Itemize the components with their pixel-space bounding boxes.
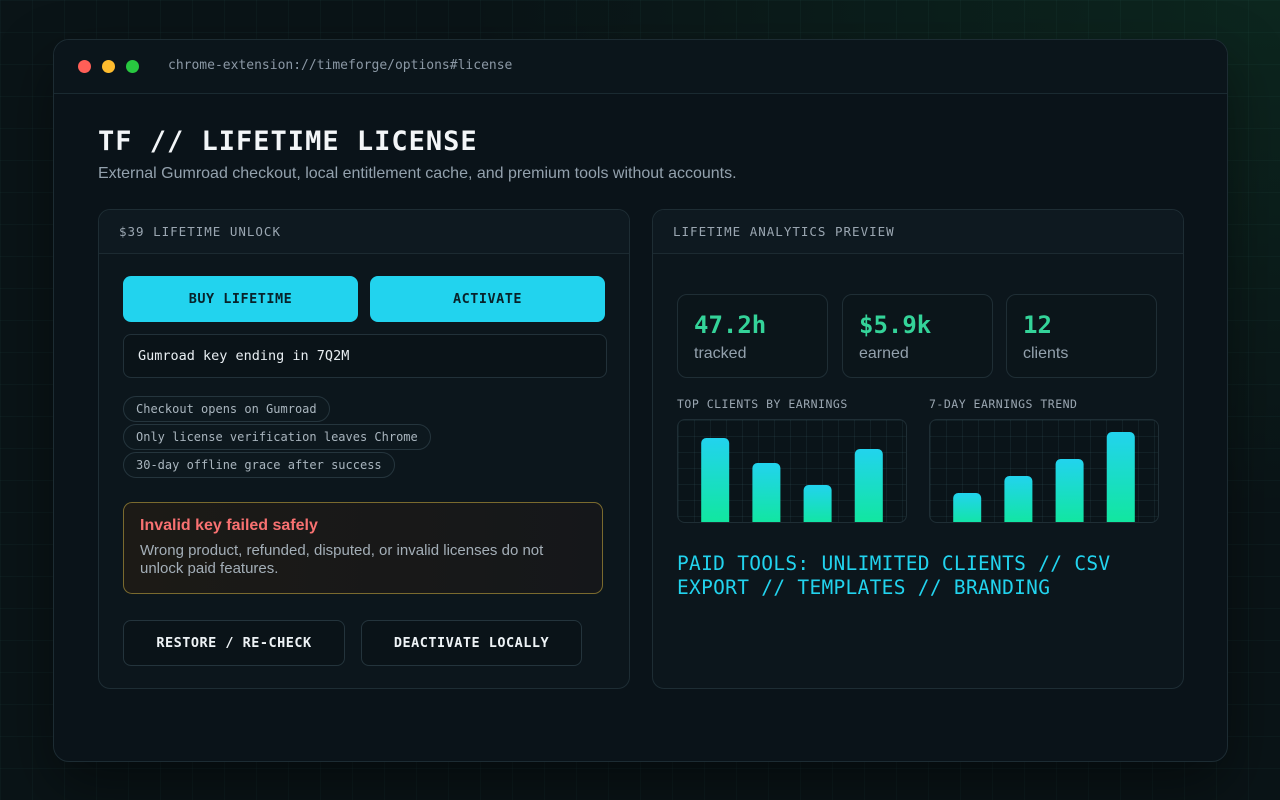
- stat-card-tracked: 47.2h tracked: [677, 294, 828, 378]
- stat-value: 47.2h: [694, 311, 767, 339]
- chart-bar-1-2: [1055, 459, 1084, 522]
- chart-bar-0-0: [701, 438, 730, 522]
- address-bar[interactable]: chrome-extension://timeforge/options#lic…: [168, 58, 512, 73]
- info-chip-offline-grace: 30-day offline grace after success: [123, 452, 395, 478]
- stat-label: clients: [1023, 345, 1069, 362]
- stat-label: tracked: [694, 345, 747, 362]
- top-clients-title: TOP CLIENTS BY EARNINGS: [677, 397, 848, 411]
- minimize-window-icon[interactable]: [102, 60, 115, 73]
- stat-value: 12: [1023, 311, 1052, 339]
- invalid-key-alert: Invalid key failed safely Wrong product,…: [123, 502, 603, 594]
- stat-card-clients: 12 clients: [1006, 294, 1157, 378]
- deactivate-locally-button[interactable]: DEACTIVATE LOCALLY: [361, 620, 582, 666]
- chart-bar-1-0: [953, 493, 982, 522]
- browser-window: chrome-extension://timeforge/options#lic…: [53, 39, 1228, 762]
- chart-bar-1-1: [1004, 476, 1033, 522]
- info-chip-verification: Only license verification leaves Chrome: [123, 424, 431, 450]
- license-panel-header: $39 LIFETIME UNLOCK: [99, 210, 629, 254]
- alert-title: Invalid key failed safely: [140, 517, 318, 534]
- trend-title: 7-DAY EARNINGS TREND: [929, 397, 1078, 411]
- alert-message: Wrong product, refunded, disputed, or in…: [140, 542, 544, 577]
- title-bar: chrome-extension://timeforge/options#lic…: [54, 40, 1227, 94]
- top-clients-chart: [677, 419, 907, 523]
- stat-label: earned: [859, 345, 909, 362]
- chart-bar-0-2: [803, 485, 832, 522]
- maximize-window-icon[interactable]: [126, 60, 139, 73]
- earnings-trend-chart: [929, 419, 1159, 523]
- activate-button[interactable]: ACTIVATE: [370, 276, 605, 322]
- analytics-panel-header: LIFETIME ANALYTICS PREVIEW: [653, 210, 1183, 254]
- chart-bar-0-1: [752, 463, 781, 522]
- paid-tools-list: PAID TOOLS: UNLIMITED CLIENTS // CSV EXP…: [677, 552, 1111, 599]
- restore-recheck-button[interactable]: RESTORE / RE-CHECK: [123, 620, 345, 666]
- license-panel: $39 LIFETIME UNLOCK BUY LIFETIME ACTIVAT…: [98, 209, 630, 689]
- chart-bar-1-3: [1106, 432, 1135, 522]
- analytics-panel: LIFETIME ANALYTICS PREVIEW 47.2h tracked…: [652, 209, 1184, 689]
- license-key-input[interactable]: [123, 334, 607, 378]
- close-window-icon[interactable]: [78, 60, 91, 73]
- page-subtitle: External Gumroad checkout, local entitle…: [98, 165, 737, 182]
- earnings-trend-chart-svg: [953, 432, 1135, 522]
- page-title: TF // LIFETIME LICENSE: [98, 126, 478, 157]
- chart-bar-0-3: [854, 449, 883, 522]
- buy-lifetime-button[interactable]: BUY LIFETIME: [123, 276, 358, 322]
- stat-value: $5.9k: [859, 311, 932, 339]
- stat-card-earned: $5.9k earned: [842, 294, 993, 378]
- info-chip-checkout: Checkout opens on Gumroad: [123, 396, 330, 422]
- top-clients-chart-svg: [701, 438, 883, 522]
